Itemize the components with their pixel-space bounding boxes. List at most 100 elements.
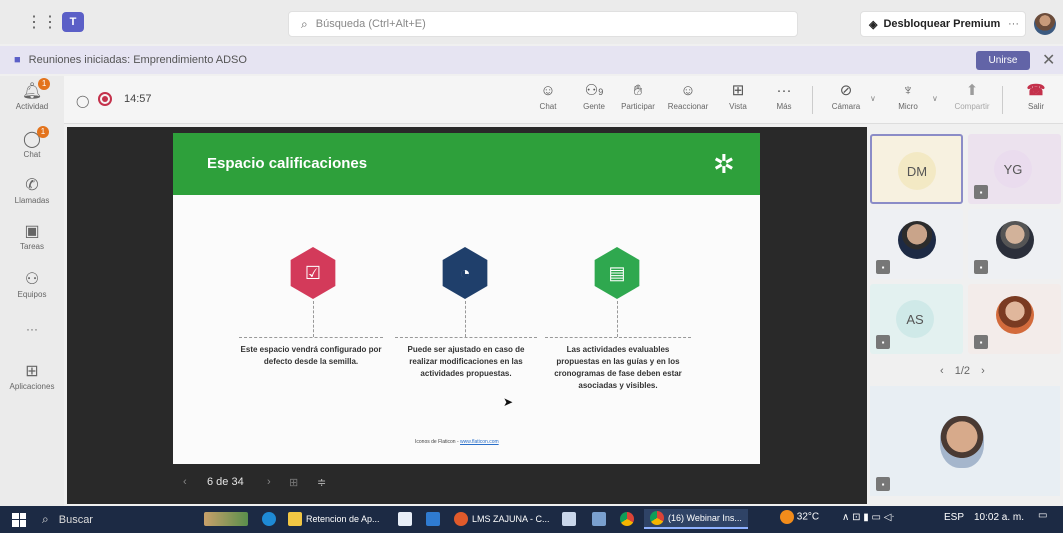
raise-label: Participar (621, 102, 655, 111)
taskbar-app-icon[interactable] (398, 509, 416, 529)
weather-widget[interactable]: 32°C (780, 510, 819, 524)
chevron-left-icon[interactable]: ‹ (183, 476, 187, 488)
unlock-premium-button[interactable]: ◈ Desbloquear Premium ··· (860, 11, 1026, 37)
chevron-down-icon[interactable]: ∨ (870, 94, 876, 103)
participant-tile[interactable]: YG ▪ (968, 134, 1061, 204)
mic-muted-icon: ▪ (974, 335, 988, 349)
sena-logo-icon: ✲ (713, 149, 735, 179)
participant-initials: DM (898, 152, 936, 190)
participant-tile[interactable]: AS ▪ (870, 284, 963, 354)
credit-link[interactable]: www.flaticon.com (460, 439, 499, 445)
taskbar-app-icon[interactable] (562, 509, 580, 529)
taskbar-chrome-icon[interactable] (620, 509, 638, 529)
taskbar-search[interactable]: ⌕ Buscar (42, 512, 93, 527)
rail-item-tasks[interactable]: ▣ Tareas (0, 222, 64, 251)
meeting-banner: ■ Reuniones iniciadas: Emprendimiento AD… (0, 46, 1063, 74)
document-search-icon: ▤ (594, 247, 640, 299)
mic-button[interactable]: ♆ Micro (886, 80, 930, 120)
share-button[interactable]: ⬆︎ Compartir (950, 80, 994, 120)
participant-tile[interactable]: ▪ (968, 284, 1061, 354)
firefox-icon (454, 512, 468, 526)
diamond-icon: ◈ (869, 18, 878, 31)
apps-icon: ⊞ (25, 363, 39, 380)
slide-credit: Iconos de Flaticon - www.flaticon.com (415, 439, 499, 445)
mic-muted-icon: ▪ (876, 335, 890, 349)
chat-icon: ◯ 1 (23, 126, 49, 150)
recording-icon (98, 92, 112, 106)
notification-icon[interactable]: ▭ (1038, 510, 1047, 521)
join-button[interactable]: Unirse (976, 51, 1030, 70)
taskbar-app-retencion[interactable]: Retencion de Ap... (288, 509, 380, 529)
gauge-icon: ◔ (442, 247, 488, 299)
mouse-cursor-icon: ➤ (503, 395, 514, 409)
chevron-right-icon[interactable]: › (981, 365, 985, 377)
checklist-icon: ☑ (290, 247, 336, 299)
left-rail: 🔔︎ 1 Actividad ◯ 1 Chat ✆ Llamadas ▣ Tarea… (0, 76, 64, 506)
weather-icon (780, 510, 794, 524)
more-button[interactable]: ··· Más (762, 80, 806, 120)
banner-text: Reuniones iniciadas: Emprendimiento ADSO (28, 54, 247, 66)
grid-view-icon[interactable]: ⊞ (289, 476, 298, 489)
search-icon: ⌕ (42, 512, 49, 526)
rail-item-activity[interactable]: 🔔︎ 1 Actividad (0, 78, 64, 111)
participant-initials: AS (896, 300, 934, 338)
shared-screen: Espacio calificaciones ✲ ☑ ◔ ▤ Este espa… (67, 127, 867, 504)
taskbar-app-label: (16) Webinar Ins... (668, 513, 742, 523)
share-label: Compartir (954, 102, 990, 111)
taskbar-app-label: LMS ZAJUNA - C... (472, 514, 550, 524)
taskbar-app-webinar[interactable]: (16) Webinar Ins... (644, 509, 748, 529)
slide-page-counter: 6 de 34 (207, 476, 244, 488)
taskbar-app-lms[interactable]: LMS ZAJUNA - C... (454, 509, 550, 529)
clock[interactable]: 10:02 a. m. (974, 512, 1024, 523)
participant-tile[interactable]: ▪ (870, 209, 963, 279)
people-count: 9 (598, 87, 604, 97)
chat-label: Chat (539, 102, 557, 111)
view-button[interactable]: ⊞ Vista (716, 80, 760, 120)
shield-icon[interactable]: ◯ (76, 94, 89, 108)
taskbar-search-label: Buscar (58, 513, 93, 526)
settings-sliders-icon[interactable]: ≑ (317, 476, 326, 489)
react-button[interactable]: ☺ Reaccionar (666, 80, 710, 120)
search-input[interactable]: ⌕ Búsqueda (Ctrl+Alt+E) (288, 11, 798, 37)
teams-icon: ⚇ (24, 271, 40, 288)
presentation-slide: Espacio calificaciones ✲ ☑ ◔ ▤ Este espa… (173, 133, 760, 464)
chat-badge: 1 (36, 126, 49, 138)
self-video-photo (940, 416, 984, 468)
chevron-left-icon[interactable]: ‹ (940, 365, 944, 377)
slide-text-2: Puede ser ajustado en caso de realizar m… (395, 337, 537, 380)
taskbar-edge-icon[interactable] (262, 509, 280, 529)
search-icon: ⌕ (301, 16, 308, 31)
divider (812, 86, 813, 114)
rail-item-apps[interactable]: ⊞ Aplicaciones (0, 362, 64, 391)
self-video-tile[interactable]: ▪ (870, 386, 1060, 496)
chat-button[interactable]: ☺ Chat (526, 80, 570, 120)
more-label: Más (776, 102, 792, 111)
taskbar-mail-icon[interactable] (426, 509, 444, 529)
slide-header: Espacio calificaciones ✲ (173, 133, 760, 195)
react-label: Reaccionar (667, 102, 709, 111)
rail-item-more[interactable]: ··· (0, 322, 64, 336)
participant-tile[interactable]: ▪ (968, 209, 1061, 279)
slide-text-1: Este espacio vendrá configurado por defe… (239, 337, 383, 368)
people-button[interactable]: ⚇9 Gente (572, 80, 616, 120)
language-indicator[interactable]: ESP (944, 512, 964, 523)
close-icon[interactable]: ✕ (1042, 50, 1055, 70)
participant-tile[interactable]: DM (870, 134, 963, 204)
taskbar-app-icon[interactable] (592, 509, 610, 529)
camera-button[interactable]: ⊘ Cámara (824, 80, 868, 120)
connector-line (617, 301, 618, 337)
taskbar-app-label: Retencion de Ap... (306, 514, 380, 524)
taskbar-widget-icon[interactable] (204, 509, 252, 529)
rail-item-calls[interactable]: ✆ Llamadas (0, 176, 64, 205)
chevron-right-icon[interactable]: › (267, 476, 271, 488)
more-options-icon[interactable]: ··· (1008, 18, 1019, 30)
rail-item-teams[interactable]: ⚇ Equipos (0, 270, 64, 299)
windows-start-icon[interactable] (12, 512, 26, 527)
leave-button[interactable]: ☎︎ Salir (1014, 80, 1058, 120)
tray-icons[interactable]: ∧ ⊡ ▮ ▭ ◁ᐧ (842, 512, 894, 523)
app-launcher-icon[interactable]: ⋮⋮⋮ (26, 12, 74, 32)
chevron-down-icon[interactable]: ∨ (932, 94, 938, 103)
raise-hand-button[interactable]: ✋︎ Participar (616, 80, 660, 120)
rail-item-chat[interactable]: ◯ 1 Chat (0, 126, 64, 159)
user-avatar[interactable] (1034, 13, 1056, 35)
